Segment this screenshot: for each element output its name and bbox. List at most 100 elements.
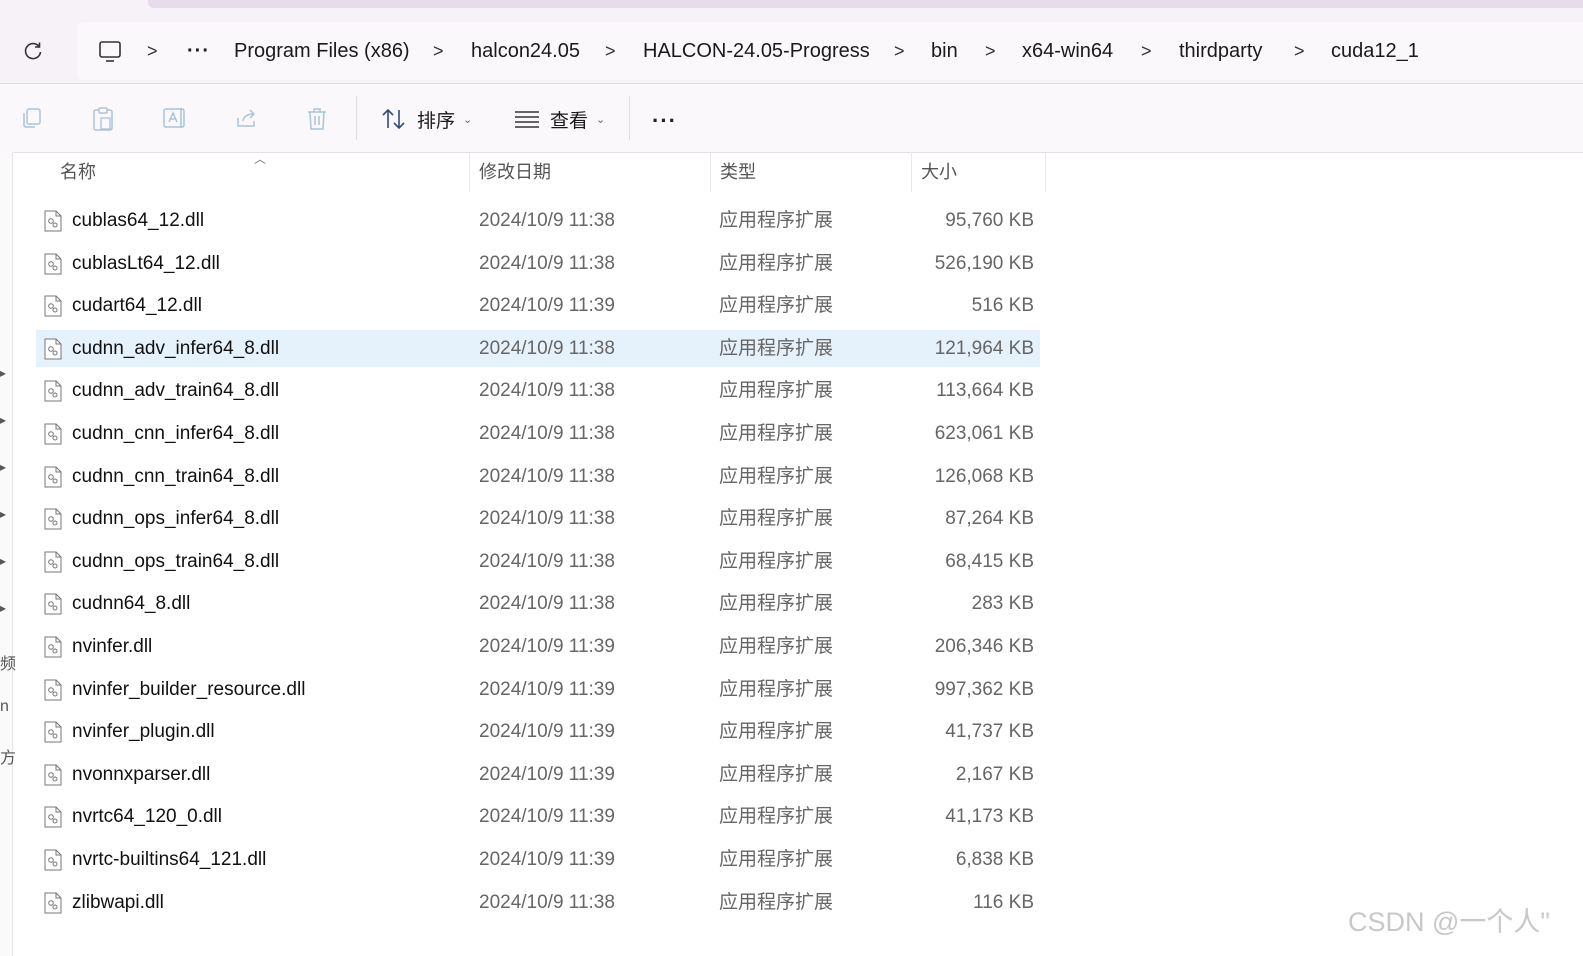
file-type: 应用程序扩展	[719, 252, 834, 274]
chevron-right-icon: >	[605, 41, 616, 61]
file-row[interactable]: nvinfer_plugin.dll 2024/10/9 11:39 应用程序扩展 4…	[36, 713, 1040, 750]
file-modified-date: 2024/10/9 11:38	[479, 891, 615, 913]
file-modified-date: 2024/10/9 11:39	[479, 295, 615, 317]
dll-file-icon	[44, 636, 62, 658]
address-row: > ··· Program Files (x86) > halcon24.05 …	[0, 10, 1583, 84]
file-row[interactable]: cublasLt64_12.dll 2024/10/9 11:38 应用程序扩展 52…	[36, 245, 1040, 282]
column-header-type[interactable]: 类型	[720, 152, 756, 192]
file-row[interactable]: nvrtc-builtins64_121.dll 2024/10/9 11:39 应…	[36, 841, 1040, 878]
expand-arrow-icon[interactable]: ▸	[0, 601, 6, 615]
breadcrumb-item[interactable]: thirdparty	[1179, 22, 1262, 80]
file-type: 应用程序扩展	[719, 380, 834, 402]
breadcrumb-item[interactable]: bin	[931, 22, 958, 80]
file-size: 526,190 KB	[934, 252, 1034, 274]
file-name: nvinfer_plugin.dll	[72, 721, 215, 743]
sort-ascending-icon: ︿	[254, 152, 267, 166]
column-divider[interactable]	[911, 152, 912, 192]
expand-arrow-icon[interactable]: ▸	[0, 413, 6, 427]
file-size: 41,173 KB	[945, 806, 1034, 828]
file-row[interactable]: cudnn_adv_infer64_8.dll 2024/10/9 11:38 应用…	[36, 329, 1040, 367]
breadcrumb-item[interactable]: Program Files (x86)	[234, 22, 410, 80]
file-size: 68,415 KB	[945, 550, 1034, 572]
share-icon[interactable]	[234, 106, 260, 132]
file-modified-date: 2024/10/9 11:38	[479, 508, 615, 530]
file-row[interactable]: cublas64_12.dll 2024/10/9 11:38 应用程序扩展 95,7…	[36, 202, 1040, 239]
dll-file-icon	[44, 551, 62, 573]
refresh-icon[interactable]	[18, 36, 48, 66]
file-type: 应用程序扩展	[719, 721, 834, 743]
breadcrumb-overflow-button[interactable]: ···	[187, 22, 210, 80]
file-row[interactable]: cudart64_12.dll 2024/10/9 11:39 应用程序扩展 516 …	[36, 287, 1040, 324]
file-row[interactable]: cudnn_ops_infer64_8.dll 2024/10/9 11:38 应用…	[36, 500, 1040, 537]
file-type: 应用程序扩展	[719, 849, 834, 870]
file-name: nvinfer_builder_resource.dll	[72, 678, 306, 700]
breadcrumb-item-current[interactable]: cuda12_1	[1331, 22, 1419, 80]
breadcrumb-item[interactable]: x64-win64	[1022, 22, 1113, 80]
breadcrumb-item[interactable]: HALCON-24.05-Progress	[643, 22, 870, 80]
file-type: 应用程序扩展	[719, 550, 834, 572]
file-modified-date: 2024/10/9 11:39	[479, 678, 615, 700]
toolbar-divider	[629, 96, 630, 140]
file-row[interactable]: nvonnxparser.dll 2024/10/9 11:39 应用程序扩展 2,1…	[36, 756, 1040, 793]
file-modified-date: 2024/10/9 11:38	[479, 252, 615, 274]
this-pc-icon[interactable]	[97, 40, 123, 69]
file-size: 206,346 KB	[934, 636, 1034, 657]
column-header-name[interactable]: 名称	[60, 152, 96, 192]
column-header-size[interactable]: 大小	[921, 152, 957, 192]
nav-item-fragment[interactable]: n	[0, 698, 9, 716]
file-type: 应用程序扩展	[719, 763, 834, 785]
file-modified-date: 2024/10/9 11:39	[479, 763, 615, 785]
file-modified-date: 2024/10/9 11:38	[479, 550, 615, 572]
file-row[interactable]: cudnn_cnn_train64_8.dll 2024/10/9 11:38 应用…	[36, 458, 1040, 495]
copy-icon[interactable]	[20, 106, 46, 132]
file-row[interactable]: nvrtc64_120_0.dll 2024/10/9 11:39 应用程序扩展 41…	[36, 798, 1040, 835]
chevron-right-icon: >	[433, 41, 444, 61]
file-size: 6,838 KB	[955, 849, 1034, 870]
rename-icon[interactable]	[162, 106, 188, 132]
file-row[interactable]: zlibwapi.dll 2024/10/9 11:38 应用程序扩展 116 KB	[36, 884, 1040, 921]
expand-arrow-icon[interactable]: ▸	[0, 554, 6, 568]
expand-arrow-icon[interactable]: ▸	[0, 507, 6, 521]
dll-file-icon	[44, 593, 62, 615]
expand-arrow-icon[interactable]: ▸	[0, 366, 6, 380]
chevron-down-icon: ⌄	[596, 113, 606, 126]
file-row[interactable]: cudnn_cnn_infer64_8.dll 2024/10/9 11:38 应用…	[36, 415, 1040, 452]
file-name: cublasLt64_12.dll	[72, 252, 220, 274]
file-row[interactable]: cudnn_adv_train64_8.dll 2024/10/9 11:38 应用…	[36, 372, 1040, 409]
watermark: CSDN @一个人"	[1348, 907, 1550, 937]
chevron-down-icon: ⌄	[463, 113, 473, 126]
dll-file-icon	[44, 295, 62, 317]
file-type: 应用程序扩展	[719, 423, 834, 444]
more-options-button[interactable]: ···	[652, 108, 677, 134]
file-row[interactable]: cudnn64_8.dll 2024/10/9 11:38 应用程序扩展 283 KB	[36, 585, 1040, 622]
chevron-right-icon: >	[894, 41, 905, 61]
expand-arrow-icon[interactable]: ▸	[0, 460, 6, 474]
chevron-right-icon: >	[985, 41, 996, 61]
breadcrumb-item[interactable]: halcon24.05	[471, 22, 580, 80]
file-row[interactable]: nvinfer_builder_resource.dll 2024/10/9 11…	[36, 671, 1040, 708]
dll-file-icon	[44, 892, 62, 914]
file-size: 2,167 KB	[955, 763, 1034, 785]
nav-item-fragment[interactable]: 频	[0, 650, 16, 674]
file-size: 126,068 KB	[934, 465, 1034, 487]
file-row[interactable]: nvinfer.dll 2024/10/9 11:39 应用程序扩展 206,346 …	[36, 628, 1040, 665]
column-header-date[interactable]: 修改日期	[479, 152, 551, 192]
navigation-pane-edge: ▸ ▸ ▸ ▸ ▸ ▸ 频 n 方	[0, 152, 16, 956]
file-row[interactable]: cudnn_ops_train64_8.dll 2024/10/9 11:38 应用…	[36, 543, 1040, 580]
paste-icon[interactable]	[91, 106, 117, 132]
nav-item-fragment[interactable]: 方	[0, 744, 16, 768]
column-divider[interactable]	[710, 152, 711, 192]
file-modified-date: 2024/10/9 11:39	[479, 849, 615, 870]
delete-icon[interactable]	[305, 106, 331, 132]
sort-arrows-icon	[381, 108, 407, 130]
dll-file-icon	[44, 721, 62, 743]
file-name: cudnn_ops_infer64_8.dll	[72, 508, 280, 530]
tab-strip	[148, 0, 1583, 8]
column-divider[interactable]	[1045, 152, 1046, 192]
sort-button[interactable]: 排序 ⌄	[381, 102, 472, 136]
view-button[interactable]: 查看 ⌄	[514, 102, 605, 136]
address-bar[interactable]: > ··· Program Files (x86) > halcon24.05 …	[77, 22, 1583, 80]
file-type: 应用程序扩展	[719, 337, 834, 359]
file-name: nvrtc-builtins64_121.dll	[72, 849, 267, 870]
column-divider[interactable]	[469, 152, 470, 192]
